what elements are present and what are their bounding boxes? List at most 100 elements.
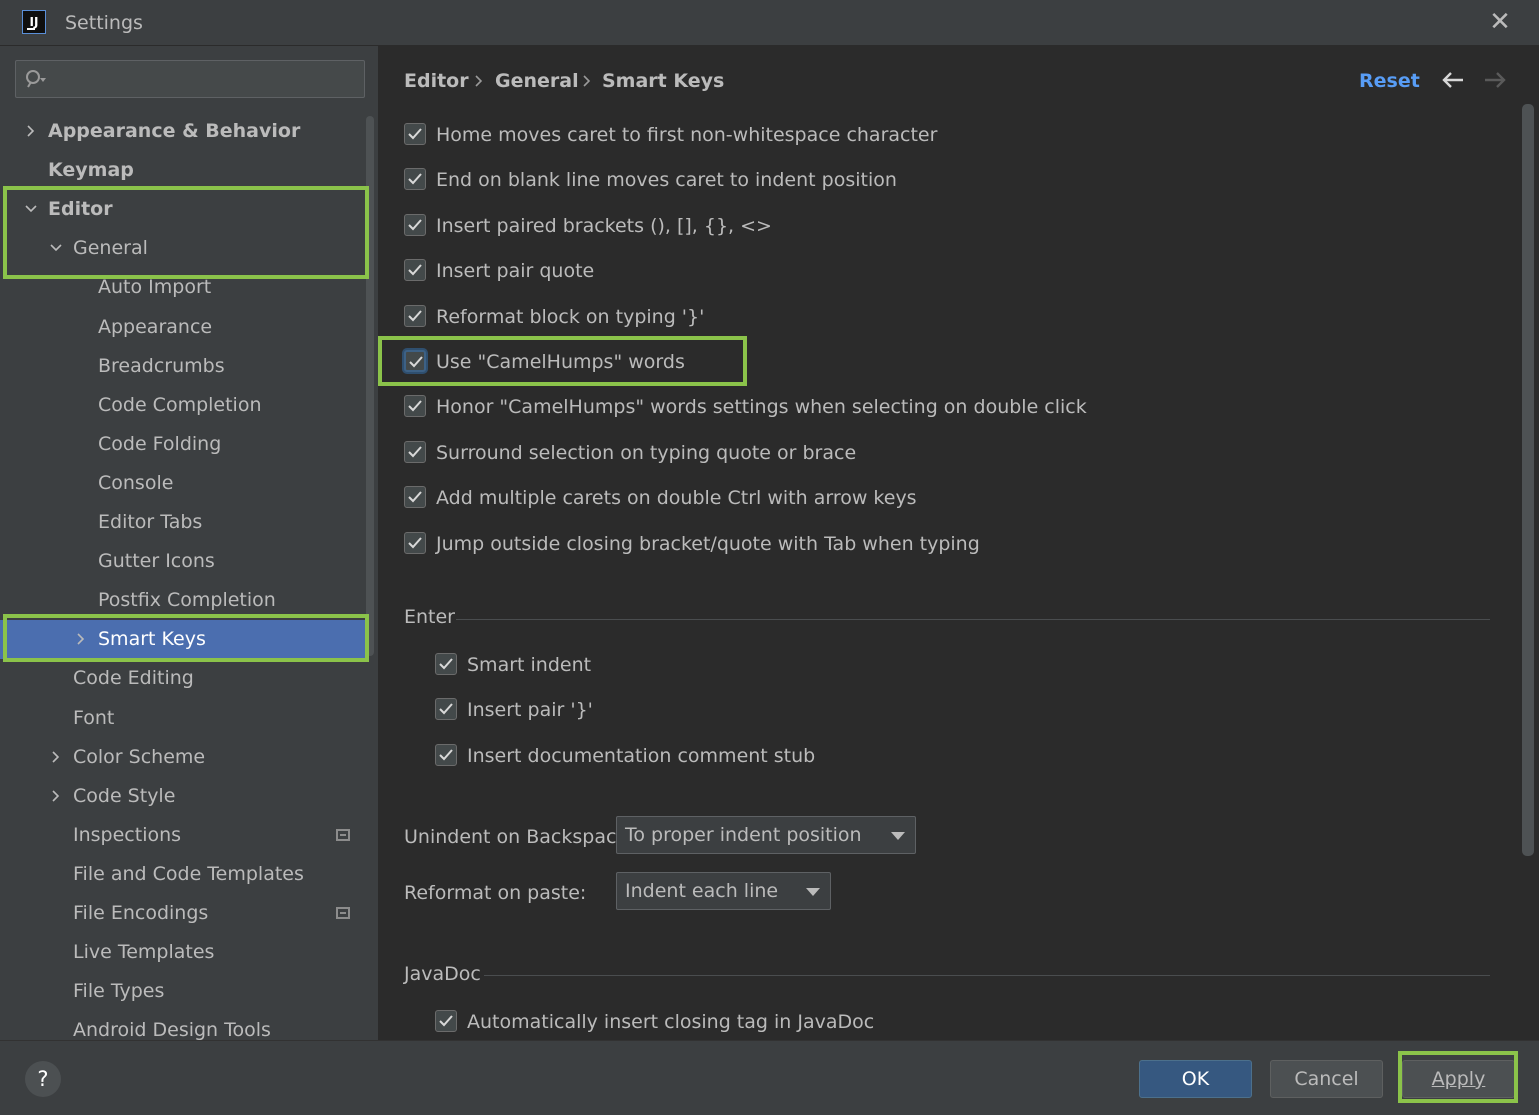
option-label: Automatically insert closing tag in Java… (467, 1011, 875, 1033)
tree-item-gutter-icons[interactable]: Gutter Icons (0, 542, 366, 581)
tree-item-code-completion[interactable]: Code Completion (0, 386, 366, 425)
checkbox[interactable] (404, 350, 426, 372)
tree-item-keymap[interactable]: Keymap (0, 151, 366, 190)
tree-item-label: Editor Tabs (98, 511, 203, 533)
tree-item-label: File and Code Templates (73, 862, 304, 885)
tree-item-console[interactable]: Console (0, 464, 366, 503)
tree-item-code-folding[interactable]: Code Folding (0, 425, 366, 464)
option-label: Home moves caret to first non-whitespace… (436, 124, 938, 146)
tree-item-editor-tabs[interactable]: Editor Tabs (0, 503, 366, 542)
intellij-app-icon: IJ (22, 10, 46, 34)
checkbox[interactable] (404, 440, 426, 463)
section-divider (456, 619, 1490, 620)
reformat-on-paste-select[interactable]: Indent each line (616, 872, 831, 910)
checkbox[interactable] (404, 259, 426, 282)
tree-item-breadcrumbs[interactable]: Breadcrumbs (0, 347, 366, 386)
chevron-right-icon[interactable] (49, 750, 63, 764)
checkbox[interactable] (435, 698, 457, 721)
tree-item-file-types[interactable]: File Types (0, 972, 366, 1011)
tree-item-color-scheme[interactable]: Color Scheme (0, 738, 366, 777)
unindent-select[interactable]: To proper indent position (616, 816, 916, 854)
chevron-down-icon[interactable] (49, 241, 63, 255)
forward-arrow-icon[interactable] (1482, 68, 1508, 92)
option-label: Jump outside closing bracket/quote with … (436, 532, 980, 555)
tree-item-label: Code Editing (73, 667, 194, 690)
tree-item-label: Console (98, 471, 174, 494)
option-label: Smart indent (467, 654, 592, 676)
tree-item-font[interactable]: Font (0, 699, 366, 738)
tree-item-auto-import[interactable]: Auto Import (0, 268, 366, 307)
chevron-right-icon[interactable] (49, 789, 63, 803)
option-label: Honor "CamelHumps" words settings when s… (436, 396, 1087, 419)
tree-item-postfix-completion[interactable]: Postfix Completion (0, 581, 366, 620)
tree-item-label: Editor (48, 198, 113, 221)
tree-item-android-design-tools[interactable]: Android Design Tools (0, 1011, 366, 1040)
breadcrumb-separator-icon (475, 75, 483, 87)
tree-item-general[interactable]: General (0, 229, 366, 268)
chevron-down-icon[interactable] (24, 202, 38, 216)
settings-search-input[interactable] (15, 60, 365, 98)
cancel-button[interactable]: Cancel (1270, 1060, 1383, 1098)
checkbox[interactable] (404, 304, 426, 327)
tree-item-label: Live Templates (73, 941, 215, 964)
chevron-right-icon[interactable] (74, 632, 88, 646)
search-icon (26, 70, 46, 88)
breadcrumb-general[interactable]: General (495, 70, 579, 92)
tree-item-label: Smart Keys (98, 628, 206, 651)
tree-item-appearance[interactable]: Appearance (0, 308, 366, 347)
settings-navigation-panel: Appearance & Behavior Keymap Editor General… (0, 46, 378, 1040)
tree-item-label: File Encodings (73, 902, 209, 924)
option-label: End on blank line moves caret to indent … (436, 169, 897, 192)
tree-item-file-encodings[interactable]: File Encodings (0, 894, 366, 933)
project-level-icon (336, 828, 350, 841)
apply-button-label: Apply (1431, 1068, 1486, 1090)
tree-item-label: Keymap (48, 159, 134, 182)
tree-item-editor[interactable]: Editor (0, 190, 366, 229)
reformat-on-paste-label: Reformat on paste: (404, 882, 587, 904)
checkbox[interactable] (404, 123, 426, 145)
reformat-on-paste-select-value: Indent each line (625, 880, 779, 902)
tree-item-label: Breadcrumbs (98, 354, 225, 377)
tree-item-label: File Types (73, 980, 165, 1003)
checkbox[interactable] (435, 1010, 457, 1032)
option-label: Insert pair '}' (467, 699, 593, 722)
tree-item-label: Android Design Tools (73, 1019, 271, 1040)
checkbox[interactable] (404, 213, 426, 236)
tree-item-label: Code Completion (98, 393, 262, 416)
tree-item-file-and-code-templates[interactable]: File and Code Templates (0, 855, 366, 894)
tree-item-label: Code Style (73, 784, 176, 807)
tree-item-label: Auto Import (98, 276, 212, 299)
tree-item-label: Appearance & Behavior (48, 120, 301, 142)
tree-item-inspections[interactable]: Inspections (0, 816, 366, 855)
content-scrollbar[interactable] (1522, 104, 1534, 856)
reset-link[interactable]: Reset (1359, 70, 1420, 92)
checkbox[interactable] (404, 486, 426, 509)
back-arrow-icon[interactable] (1440, 68, 1466, 92)
ok-button[interactable]: OK (1139, 1060, 1252, 1098)
help-button[interactable]: ? (25, 1061, 61, 1097)
javadoc-section-title: JavaDoc (404, 963, 481, 985)
dialog-footer: ? OK Cancel Apply (0, 1040, 1539, 1115)
tree-item-label: Code Folding (98, 432, 222, 455)
close-icon[interactable]: ✕ (1486, 8, 1514, 36)
option-label: Insert documentation comment stub (467, 744, 816, 767)
tree-item-appearance-behavior[interactable]: Appearance & Behavior (0, 112, 366, 151)
settings-content-panel: Editor General Smart Keys Reset Home mov… (378, 46, 1539, 1040)
tree-item-smart-keys[interactable]: Smart Keys (0, 620, 366, 660)
checkbox[interactable] (404, 395, 426, 418)
option-label: Add multiple carets on double Ctrl with … (436, 487, 917, 510)
option-label: Insert paired brackets (), [], {}, <> (436, 214, 772, 237)
checkbox[interactable] (435, 743, 457, 766)
checkbox[interactable] (404, 531, 426, 554)
checkbox[interactable] (435, 653, 457, 675)
tree-item-label: Inspections (73, 823, 182, 846)
checkbox[interactable] (404, 168, 426, 191)
section-divider (484, 975, 1490, 976)
apply-button[interactable]: Apply (1402, 1060, 1515, 1098)
breadcrumb-editor[interactable]: Editor (404, 70, 469, 92)
tree-item-live-templates[interactable]: Live Templates (0, 933, 366, 972)
tree-item-code-style[interactable]: Code Style (0, 777, 366, 816)
tree-item-code-editing[interactable]: Code Editing (0, 659, 366, 698)
tree-scrollbar[interactable] (366, 116, 374, 656)
chevron-right-icon[interactable] (24, 124, 38, 138)
